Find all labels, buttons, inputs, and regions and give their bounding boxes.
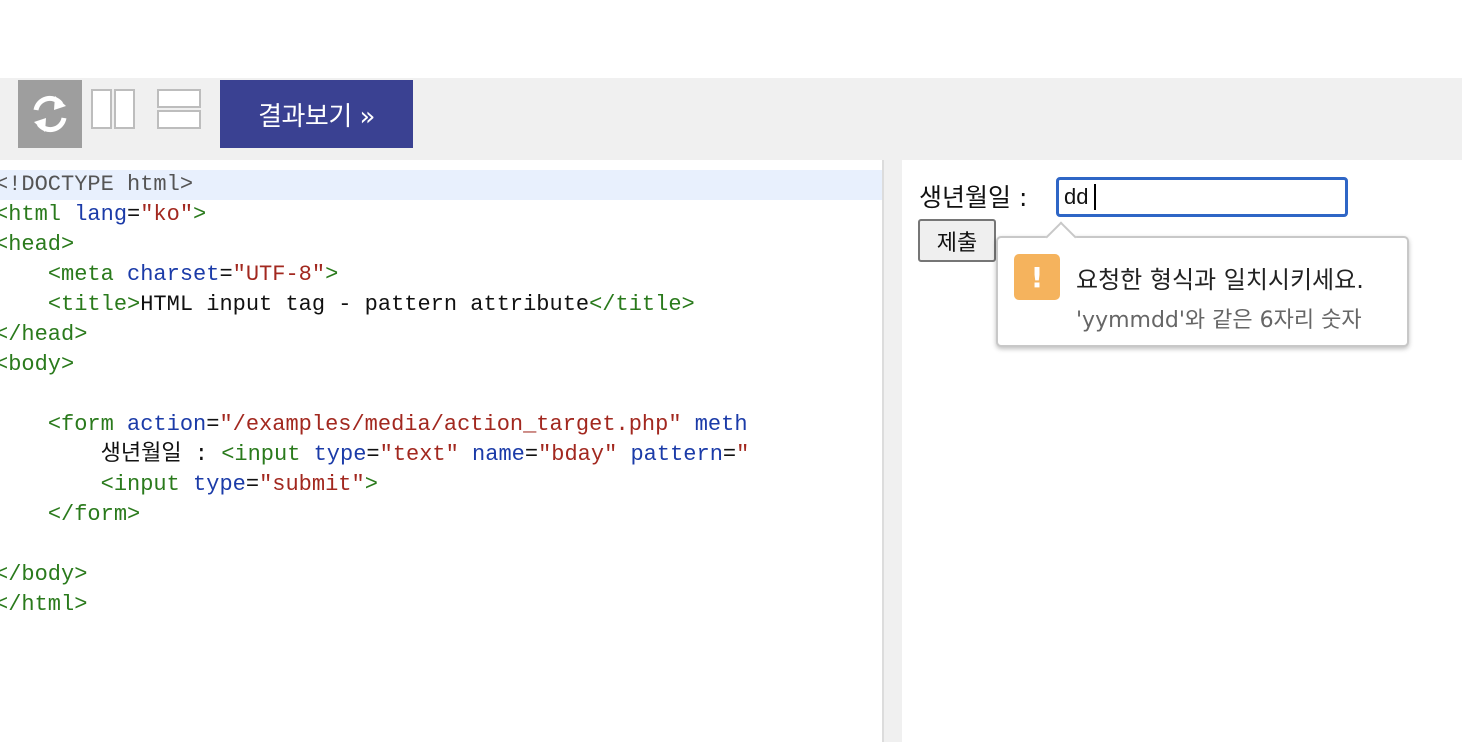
code-line[interactable]: <html lang="ko">	[0, 200, 882, 230]
code-line[interactable]: <head>	[0, 230, 882, 260]
code-line[interactable]: <input type="submit">	[0, 470, 882, 500]
layout-horizontal-button[interactable]	[157, 89, 201, 129]
code-line[interactable]: </form>	[0, 500, 882, 530]
layout-vertical-button[interactable]	[91, 89, 135, 129]
code-line[interactable]: </html>	[0, 590, 882, 620]
birthday-input[interactable]	[1056, 177, 1348, 217]
panel-divider[interactable]	[882, 160, 902, 742]
code-line[interactable]: ​	[0, 380, 882, 410]
split-horizontal-icon	[157, 89, 201, 129]
warning-icon: !	[1014, 254, 1060, 300]
tooltip-arrow	[1045, 221, 1077, 253]
validation-tooltip: ! 요청한 형식과 일치시키세요. 'yymmdd'와 같은 6자리 숫자	[996, 221, 1409, 347]
code-line[interactable]: </head>	[0, 320, 882, 350]
code-line[interactable]: <body>	[0, 350, 882, 380]
birthday-label: 생년월일 :	[919, 183, 1028, 212]
refresh-icon	[33, 95, 67, 133]
code-line[interactable]: <title>HTML input tag - pattern attribut…	[0, 290, 882, 320]
refresh-button[interactable]	[18, 80, 82, 148]
result-panel: 생년월일 : 제출 ! 요청한 형식과 일치시키세요. 'yymmdd'와 같은…	[902, 160, 1462, 742]
code-line[interactable]: <meta charset="UTF-8">	[0, 260, 882, 290]
tooltip-title: 요청한 형식과 일치시키세요.	[1076, 266, 1364, 294]
submit-button[interactable]: 제출	[918, 219, 996, 262]
split-vertical-icon	[91, 89, 135, 129]
code-line[interactable]: </body>	[0, 560, 882, 590]
code-content[interactable]: <!DOCTYPE html> <html lang="ko"> <head> <m…	[0, 170, 882, 620]
code-line[interactable]: <form action="/examples/media/action_tar…	[0, 410, 882, 440]
text-caret	[1094, 184, 1096, 210]
tooltip-subtitle: 'yymmdd'와 같은 6자리 숫자	[1076, 308, 1362, 333]
view-result-button[interactable]: 결과보기 »	[220, 80, 413, 148]
code-line[interactable]: 생년월일 : <input type="text" name="bday" pa…	[0, 440, 882, 470]
code-editor[interactable]: <!DOCTYPE html> <html lang="ko"> <head> <m…	[0, 160, 882, 742]
code-line[interactable]: ​	[0, 530, 882, 560]
toolbar: 결과보기 »	[0, 78, 1462, 160]
code-line[interactable]: <!DOCTYPE html>	[0, 170, 882, 200]
